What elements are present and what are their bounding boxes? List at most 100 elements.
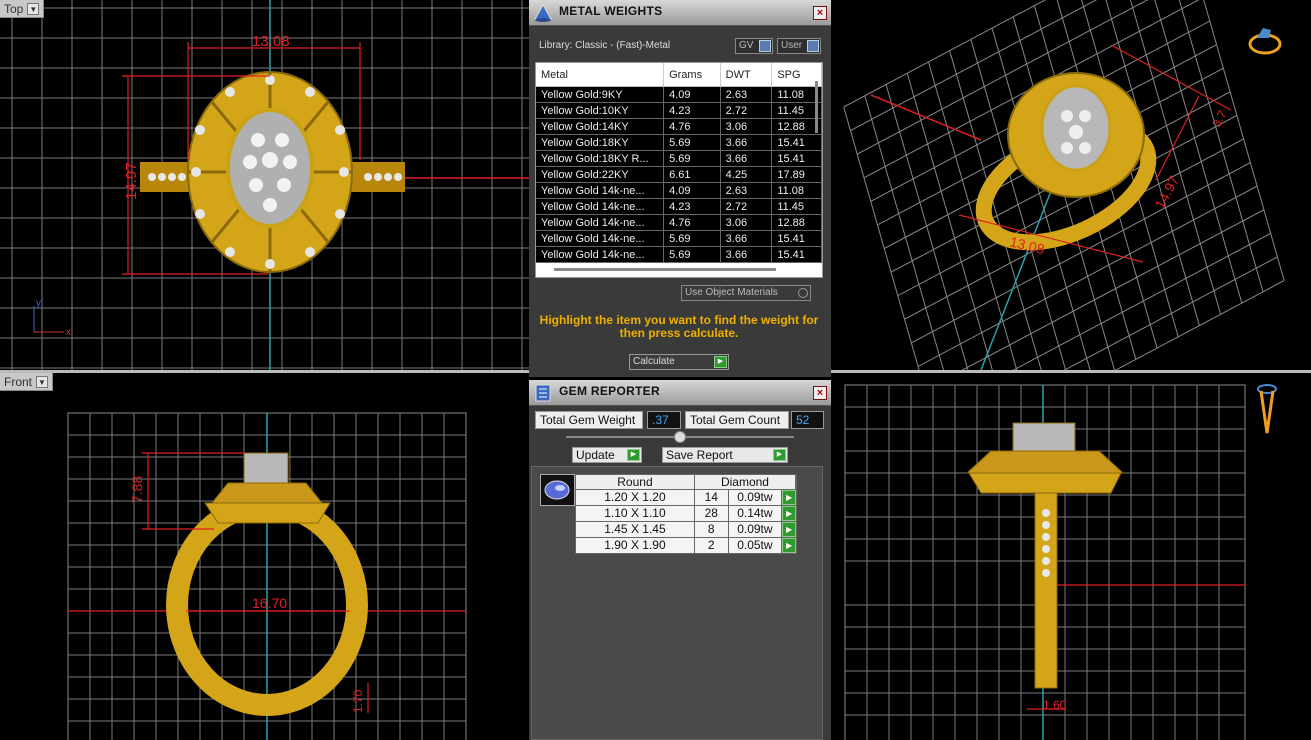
use-object-materials-option[interactable]: Use Object Materials (681, 285, 811, 301)
viewport-front[interactable]: 7.88 16.70 1.70 Front ▼ (0, 373, 529, 740)
close-icon[interactable]: × (813, 6, 827, 20)
gv-toggle[interactable]: GV (735, 38, 773, 54)
spg-cell: 12.88 (772, 215, 822, 230)
shape-header: Round (576, 475, 695, 489)
grams-cell: 5.69 (664, 231, 721, 246)
calculate-button[interactable]: Calculate ▶ (629, 354, 729, 370)
table-row[interactable]: Yellow Gold:10KY 4.23 2.72 11.45 (536, 103, 822, 119)
horizontal-scrollbar[interactable] (554, 268, 776, 271)
front-dim-height: 7.88 (129, 476, 145, 503)
viewport-perspective[interactable]: 13.08 14.97 3.7 (831, 0, 1311, 370)
spg-cell: 15.41 (772, 247, 822, 262)
metal-weights-titlebar[interactable]: METAL WEIGHTS × (529, 0, 831, 26)
gem-size: 1.45 X 1.45 (576, 522, 695, 537)
save-report-button[interactable]: Save Report ▶ (662, 447, 788, 463)
total-gem-weight-label: Total Gem Weight (535, 411, 643, 429)
gem-count: 8 (695, 522, 729, 537)
spg-cell: 15.41 (772, 231, 822, 246)
play-icon: ▶ (714, 356, 727, 368)
right-view-canvas: 1.60 (844, 384, 1277, 740)
gem-size: 1.10 X 1.10 (576, 506, 695, 521)
viewport-label-front[interactable]: Front ▼ (0, 373, 54, 391)
library-label: Library: Classic - (Fast)-Metal (539, 40, 671, 51)
gem-row[interactable]: 1.10 X 1.10 28 0.14tw ▶ (575, 506, 797, 522)
round-gem-icon[interactable] (540, 474, 575, 506)
vertical-scrollbar[interactable] (815, 81, 818, 133)
table-row[interactable]: Yellow Gold:9KY 4.09 2.63 11.08 (536, 87, 822, 103)
table-row[interactable]: Yellow Gold:18KY 5.69 3.66 15.41 (536, 135, 822, 151)
viewport-top[interactable]: 13.08 14.97 y x Top ▼ (0, 0, 529, 370)
instruction-text: Highlight the item you want to find the … (539, 313, 819, 340)
col-header-metal[interactable]: Metal (536, 63, 665, 86)
col-header-grams[interactable]: Grams (664, 63, 721, 86)
table-row[interactable]: Yellow Gold 14k-ne... 4.76 3.06 12.88 (536, 215, 822, 231)
dwt-cell: 3.66 (721, 231, 773, 246)
grams-cell: 5.69 (664, 135, 721, 150)
metal-weights-icon (534, 3, 552, 22)
play-icon[interactable]: ▶ (782, 538, 797, 553)
grams-cell: 4.23 (664, 103, 721, 118)
gem-row[interactable]: 1.45 X 1.45 8 0.09tw ▶ (575, 522, 797, 538)
toggle-icon (759, 40, 771, 52)
top-view-canvas: 13.08 14.97 y x (0, 0, 529, 370)
grams-cell: 4.09 (664, 183, 721, 198)
play-icon[interactable]: ▶ (782, 506, 797, 521)
gem-weight: 0.09tw (729, 490, 783, 505)
gem-row[interactable]: 1.20 X 1.20 14 0.09tw ▶ (575, 490, 797, 506)
metal-table-header: Metal Grams DWT SPG (536, 63, 822, 87)
dwt-cell: 3.66 (721, 247, 773, 262)
table-row[interactable]: Yellow Gold:14KY 4.76 3.06 12.88 (536, 119, 822, 135)
gem-weight: 0.14tw (729, 506, 783, 521)
dwt-cell: 2.72 (721, 199, 773, 214)
viewport-label-top-text: Top (4, 1, 24, 16)
table-row[interactable]: Yellow Gold 14k-ne... 4.09 2.63 11.08 (536, 183, 822, 199)
front-view-canvas: 7.88 16.70 1.70 (67, 412, 467, 740)
play-icon[interactable]: ▶ (782, 522, 797, 537)
play-icon: ▶ (627, 449, 640, 461)
chevron-down-icon[interactable]: ▼ (27, 2, 40, 15)
grams-cell: 4.09 (664, 87, 721, 102)
persp-dim-c: 3.7 (1209, 108, 1229, 130)
top-dim-width: 13.08 (252, 33, 290, 50)
close-icon[interactable]: × (813, 386, 827, 400)
update-button[interactable]: Update ▶ (572, 447, 642, 463)
update-label: Update (576, 448, 615, 462)
ring-view-icon (1248, 28, 1282, 55)
gem-table-header: Round Diamond (575, 474, 797, 490)
gem-weight: 0.09tw (729, 522, 783, 537)
table-row[interactable]: Yellow Gold 14k-ne... 5.69 3.66 15.41 (536, 231, 822, 247)
table-row[interactable]: Yellow Gold 14k-ne... 4.23 2.72 11.45 (536, 199, 822, 215)
metal-cell: Yellow Gold 14k-ne... (536, 199, 665, 214)
metal-cell: Yellow Gold:22KY (536, 167, 665, 182)
table-row[interactable]: Yellow Gold:22KY 6.61 4.25 17.89 (536, 167, 822, 183)
spg-cell: 11.45 (772, 199, 822, 214)
ring-side-view-icon (1257, 384, 1277, 434)
user-toggle[interactable]: User (777, 38, 821, 54)
grams-cell: 4.76 (664, 119, 721, 134)
gem-reporter-titlebar[interactable]: GEM REPORTER × (529, 380, 831, 406)
splitter-knob[interactable] (674, 431, 686, 443)
front-dim-width: 16.70 (252, 595, 287, 611)
gem-reporter-title: GEM REPORTER (559, 384, 660, 398)
col-header-dwt[interactable]: DWT (721, 63, 773, 86)
dwt-cell: 3.06 (721, 119, 773, 134)
metal-cell: Yellow Gold:18KY (536, 135, 665, 150)
use-object-materials-label: Use Object Materials (685, 287, 778, 298)
total-gem-count-value: 52 (791, 411, 824, 429)
stone-header: Diamond (695, 475, 796, 489)
spg-cell: 15.41 (772, 151, 822, 166)
chevron-down-icon[interactable]: ▼ (36, 375, 49, 388)
grams-cell: 4.76 (664, 215, 721, 230)
metal-cell: Yellow Gold 14k-ne... (536, 183, 665, 198)
play-icon[interactable]: ▶ (782, 490, 797, 505)
table-row[interactable]: Yellow Gold 14k-ne... 5.69 3.66 15.41 (536, 247, 822, 263)
viewport-right[interactable]: 1.60 (831, 373, 1311, 740)
dwt-cell: 4.25 (721, 167, 773, 182)
metal-cell: Yellow Gold:9KY (536, 87, 665, 102)
viewport-label-top[interactable]: Top ▼ (0, 0, 45, 18)
metal-cell: Yellow Gold:10KY (536, 103, 665, 118)
gem-row[interactable]: 1.90 X 1.90 2 0.05tw ▶ (575, 538, 797, 554)
table-row[interactable]: Yellow Gold:18KY R... 5.69 3.66 15.41 (536, 151, 822, 167)
radio-icon[interactable] (798, 288, 808, 298)
dwt-cell: 2.72 (721, 103, 773, 118)
